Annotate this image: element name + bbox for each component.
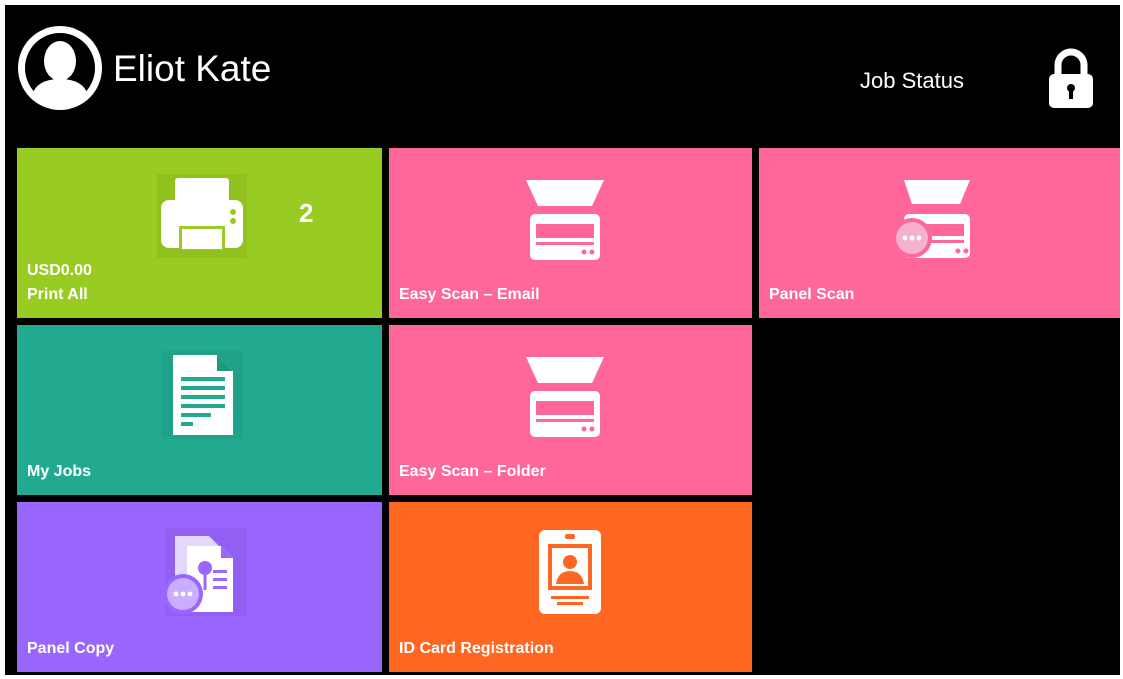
user-avatar-icon: [15, 23, 105, 113]
panel-copy-tile[interactable]: Panel Copy: [17, 502, 382, 672]
easy-scan-folder-tile[interactable]: Easy Scan – Folder: [389, 325, 752, 495]
id-card-registration-label: ID Card Registration: [399, 640, 554, 657]
panel-copy-label: Panel Copy: [27, 640, 115, 657]
terminal-screen: Eliot Kate Job Status 2 USD0.00 Print Al…: [5, 5, 1120, 675]
my-jobs-tile[interactable]: My Jobs: [17, 325, 382, 495]
lock-icon[interactable]: [1047, 47, 1095, 109]
panel-scan-tile[interactable]: Panel Scan: [759, 148, 1120, 318]
printer-icon: [157, 174, 247, 258]
id-card-registration-tile[interactable]: ID Card Registration: [389, 502, 752, 672]
print-all-tile[interactable]: 2 USD0.00 Print All: [17, 148, 382, 318]
print-job-count: 2: [299, 198, 314, 228]
header-bar: Eliot Kate Job Status: [5, 5, 1120, 145]
easy-scan-folder-label: Easy Scan – Folder: [399, 463, 546, 480]
job-status-link[interactable]: Job Status: [860, 67, 964, 95]
scanner-icon: [522, 176, 608, 264]
scanner-more-icon: [890, 176, 976, 264]
print-all-label: Print All: [27, 286, 88, 303]
print-all-balance: USD0.00: [27, 262, 92, 279]
panel-scan-label: Panel Scan: [769, 286, 855, 303]
scanner-icon: [522, 353, 608, 441]
id-card-icon: [535, 528, 605, 616]
document-icon: [161, 351, 243, 439]
easy-scan-email-label: Easy Scan – Email: [399, 286, 540, 303]
user-name: Eliot Kate: [113, 48, 272, 89]
copy-more-icon: [157, 528, 247, 618]
easy-scan-email-tile[interactable]: Easy Scan – Email: [389, 148, 752, 318]
my-jobs-label: My Jobs: [27, 463, 92, 480]
